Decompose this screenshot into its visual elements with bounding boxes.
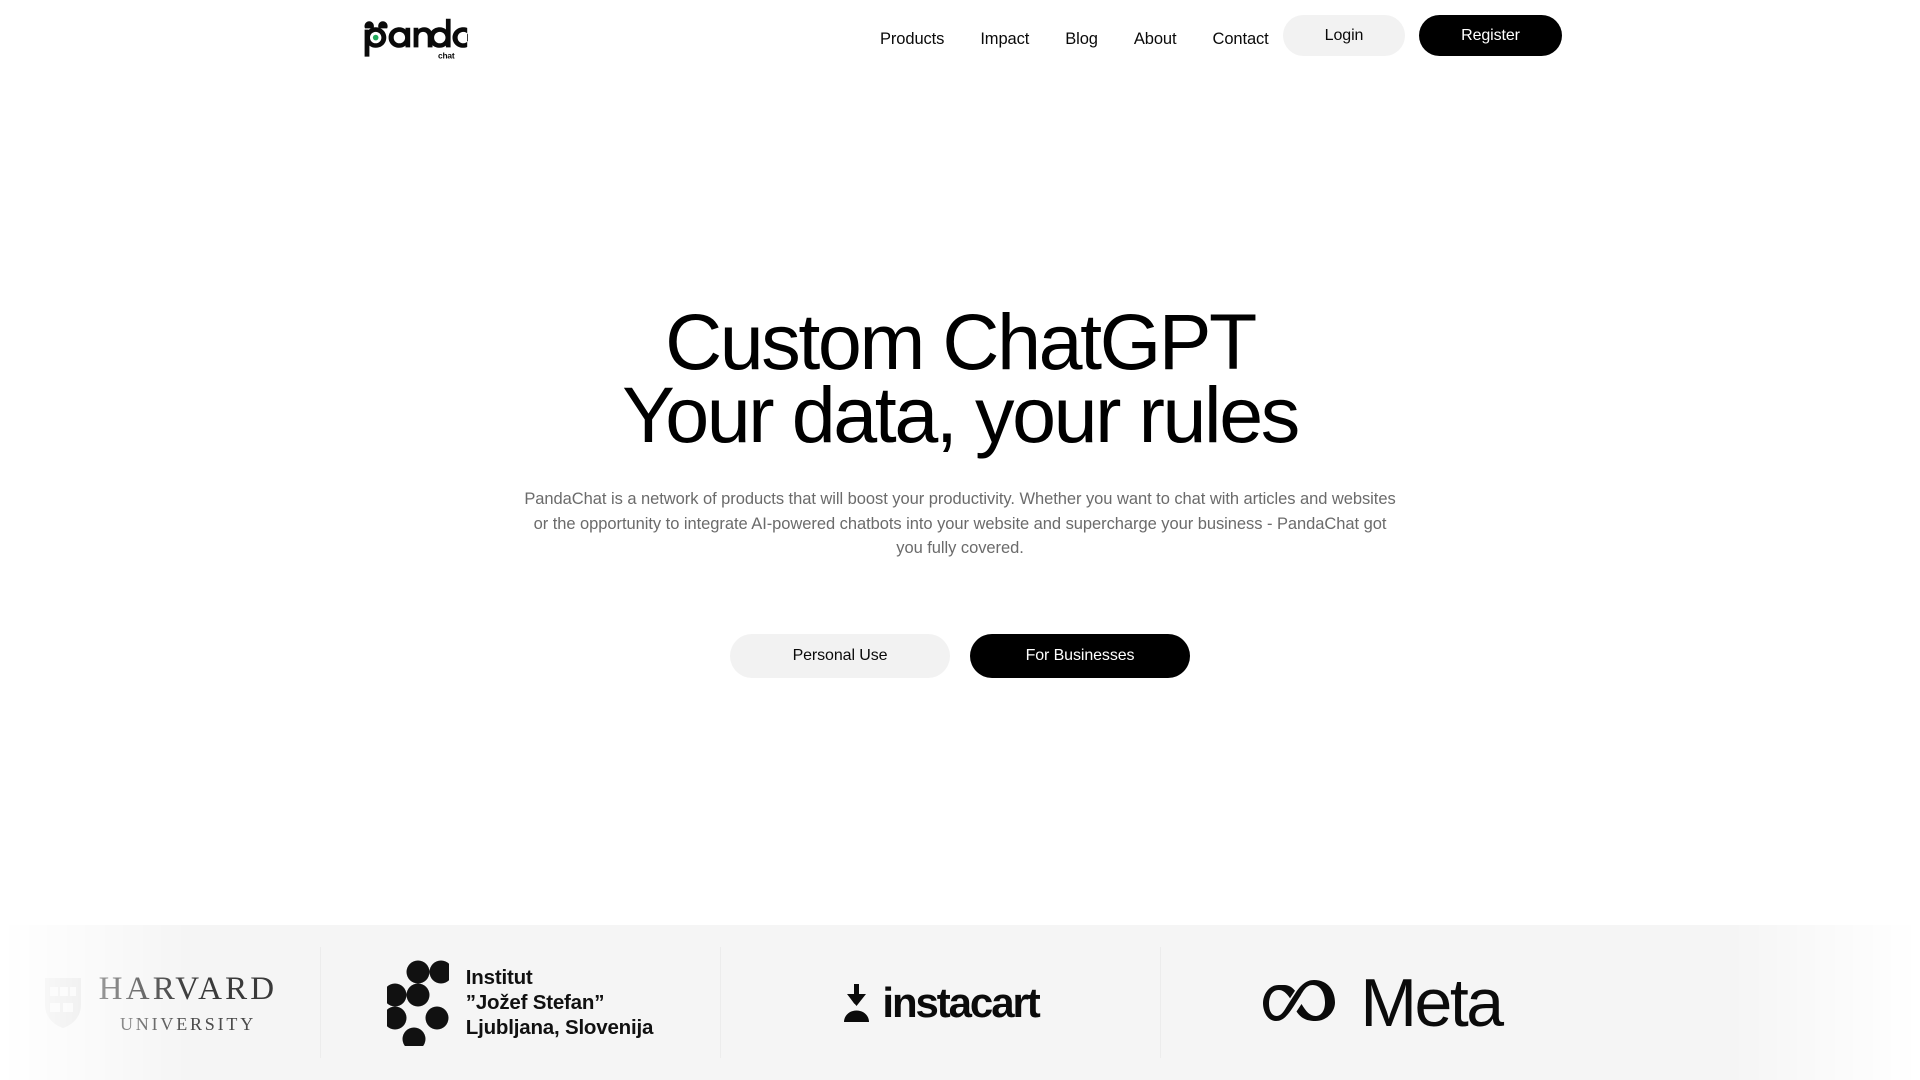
register-button[interactable]: Register: [1419, 15, 1562, 56]
meta-infinity-icon: [1263, 979, 1336, 1021]
ijs-line-3: Ljubljana, Slovenija: [465, 1016, 654, 1039]
ijs-line-1: Institut: [465, 966, 533, 989]
hero-heading-line-1: Custom ChatGPT: [665, 297, 1257, 386]
trusted-by-logo-strip: HARVARD UNIVERSITY Institut ”Jožef Stefa…: [0, 925, 1920, 1080]
logo-item-jozef-stefan: Institut ”Jožef Stefan” Ljubljana, Slove…: [320, 925, 720, 1080]
site-header: chat Products Impact Blog About Contact …: [0, 0, 1920, 78]
logo-item-instacart: instacart: [720, 925, 1160, 1080]
nav-item-products[interactable]: Products: [880, 30, 944, 49]
nav-item-contact[interactable]: Contact: [1213, 30, 1269, 49]
pandachat-logo[interactable]: chat: [360, 18, 469, 60]
harvard-shield-icon: [44, 977, 81, 1028]
jozef-stefan-dots-icon: [386, 960, 449, 1046]
instacart-carrot-icon: [844, 983, 870, 1022]
harvard-wordmark: HARVARD: [98, 970, 278, 1007]
login-button[interactable]: Login: [1283, 15, 1405, 56]
harvard-subtext: UNIVERSITY: [120, 1013, 256, 1034]
logo-chat-text: chat: [438, 50, 455, 60]
ijs-line-2: ”Jožef Stefan”: [465, 991, 605, 1014]
personal-use-button[interactable]: Personal Use: [730, 634, 950, 678]
hero-subtitle: PandaChat is a network of products that …: [524, 490, 1396, 557]
nav-item-about[interactable]: About: [1134, 30, 1177, 49]
panda-chat-logo-icon: chat: [364, 18, 469, 60]
hero-heading-line-2: Your data, your rules: [622, 370, 1300, 459]
logo-item-harvard: HARVARD UNIVERSITY: [0, 925, 320, 1080]
for-businesses-button[interactable]: For Businesses: [970, 634, 1190, 678]
nav-item-impact[interactable]: Impact: [980, 30, 1029, 49]
hero-cta-group: Personal Use For Businesses: [0, 634, 1920, 678]
instacart-wordmark: instacart: [882, 978, 1040, 1026]
primary-navigation: Products Impact Blog About Contact: [880, 0, 1269, 78]
nav-item-blog[interactable]: Blog: [1065, 30, 1098, 49]
auth-actions: Login Register: [1283, 15, 1562, 56]
logo-carousel-track[interactable]: HARVARD UNIVERSITY Institut ”Jožef Stefa…: [0, 925, 1920, 1080]
hero-heading: Custom ChatGPT Your data, your rules: [0, 297, 1920, 459]
logo-item-meta: Meta: [1160, 925, 1600, 1080]
meta-wordmark: Meta: [1360, 964, 1504, 1041]
